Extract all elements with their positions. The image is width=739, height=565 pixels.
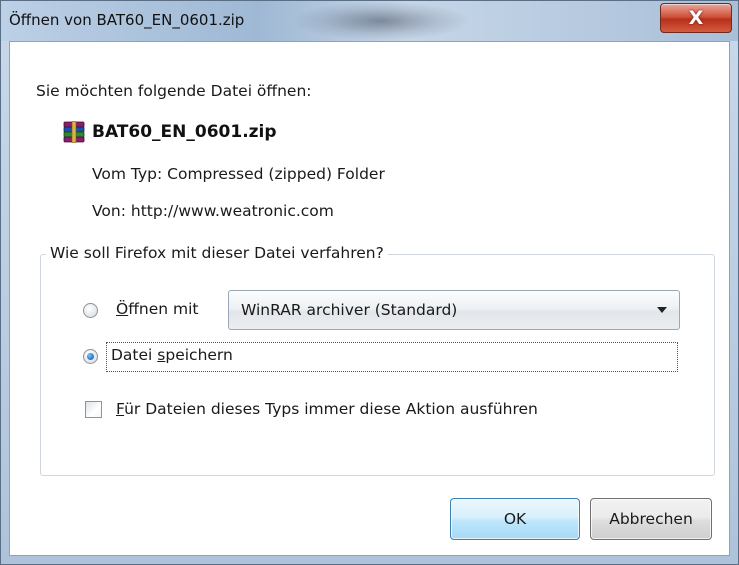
window-title: Öffnen von BAT60_EN_0601.zip xyxy=(9,11,245,29)
close-icon: X xyxy=(688,7,704,29)
save-file-label[interactable]: Datei speichern xyxy=(111,346,233,364)
file-type-row: Vom Typ: Compressed (zipped) Folder xyxy=(92,165,385,183)
file-name: BAT60_EN_0601.zip xyxy=(92,122,277,142)
ok-button[interactable]: OK xyxy=(450,498,580,540)
save-file-label-rest: peichern xyxy=(165,346,233,364)
cancel-button[interactable]: Abbrechen xyxy=(590,498,712,540)
file-source-value: http://www.weatronic.com xyxy=(130,202,334,220)
prompt-text: Sie möchten folgende Datei öffnen: xyxy=(36,82,312,100)
open-with-mnemonic: Ö xyxy=(116,300,129,318)
open-with-label-text: ffnen mit xyxy=(128,300,199,318)
file-name-row: BAT60_EN_0601.zip xyxy=(62,120,277,144)
file-type-label: Vom Typ: xyxy=(92,165,163,183)
save-file-label-pre: Datei xyxy=(111,346,158,364)
title-bar[interactable]: Öffnen von BAT60_EN_0601.zip X xyxy=(1,1,738,41)
open-with-radio[interactable] xyxy=(83,303,98,318)
always-do-checkbox[interactable] xyxy=(85,401,102,418)
dropdown-arrow-icon[interactable] xyxy=(657,307,667,313)
open-with-app-dropdown[interactable]: WinRAR archiver (Standard) xyxy=(228,290,680,330)
winrar-archive-icon xyxy=(63,121,85,143)
title-bar-glow xyxy=(291,1,471,41)
always-do-label[interactable]: Für Dateien dieses Typs immer diese Akti… xyxy=(116,400,538,418)
file-source-row: Von: http://www.weatronic.com xyxy=(92,202,334,220)
close-button[interactable]: X xyxy=(660,3,732,33)
save-file-radio[interactable] xyxy=(83,349,98,364)
file-source-label: Von: xyxy=(92,202,126,220)
always-do-label-rest: ür Dateien dieses Typs immer diese Aktio… xyxy=(124,400,538,418)
selected-app: WinRAR archiver (Standard) xyxy=(241,301,458,319)
open-with-label[interactable]: Öffnen mit xyxy=(116,300,198,318)
file-type-value: Compressed (zipped) Folder xyxy=(167,165,385,183)
action-group-legend: Wie soll Firefox mit dieser Datei verfah… xyxy=(46,244,388,262)
always-do-mnemonic: F xyxy=(116,400,125,418)
